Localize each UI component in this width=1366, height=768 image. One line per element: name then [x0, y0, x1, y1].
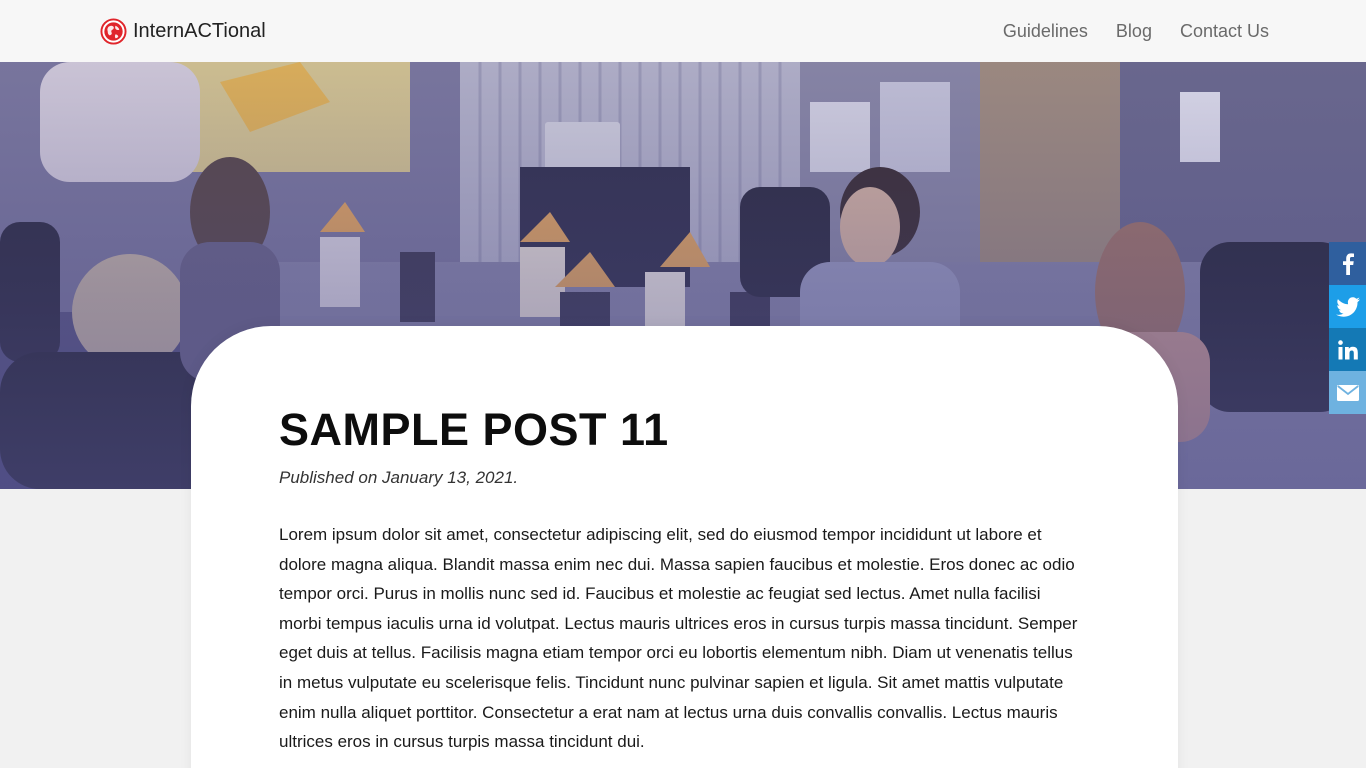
facebook-icon [1342, 252, 1354, 275]
main-nav: Guidelines Blog Contact Us [975, 0, 1269, 62]
twitter-icon [1335, 296, 1360, 317]
nav-item-blog[interactable]: Blog [1116, 21, 1152, 42]
post-publish-date: Published on January 13, 2021. [279, 468, 519, 487]
post-body: Lorem ipsum dolor sit amet, consectetur … [279, 525, 1078, 752]
email-icon [1336, 384, 1359, 401]
brand-link[interactable]: InternACTional [100, 17, 266, 45]
post-card: SAMPLE POST 11 Published on January 13, … [191, 326, 1178, 768]
social-share-bar [1329, 242, 1366, 414]
email-share-button[interactable] [1329, 371, 1366, 414]
twitter-share-button[interactable] [1329, 285, 1366, 328]
post-title: SAMPLE POST 11 [279, 404, 669, 455]
linkedin-share-button[interactable] [1329, 328, 1366, 371]
site-header: InternACTional Guidelines Blog Contact U… [0, 0, 1366, 62]
nav-item-guidelines[interactable]: Guidelines [1003, 21, 1088, 42]
brand-name: InternACTional [133, 19, 266, 42]
linkedin-icon [1337, 339, 1358, 359]
facebook-share-button[interactable] [1329, 242, 1366, 285]
nav-item-contact-us[interactable]: Contact Us [1180, 21, 1269, 42]
globe-icon [100, 17, 127, 45]
